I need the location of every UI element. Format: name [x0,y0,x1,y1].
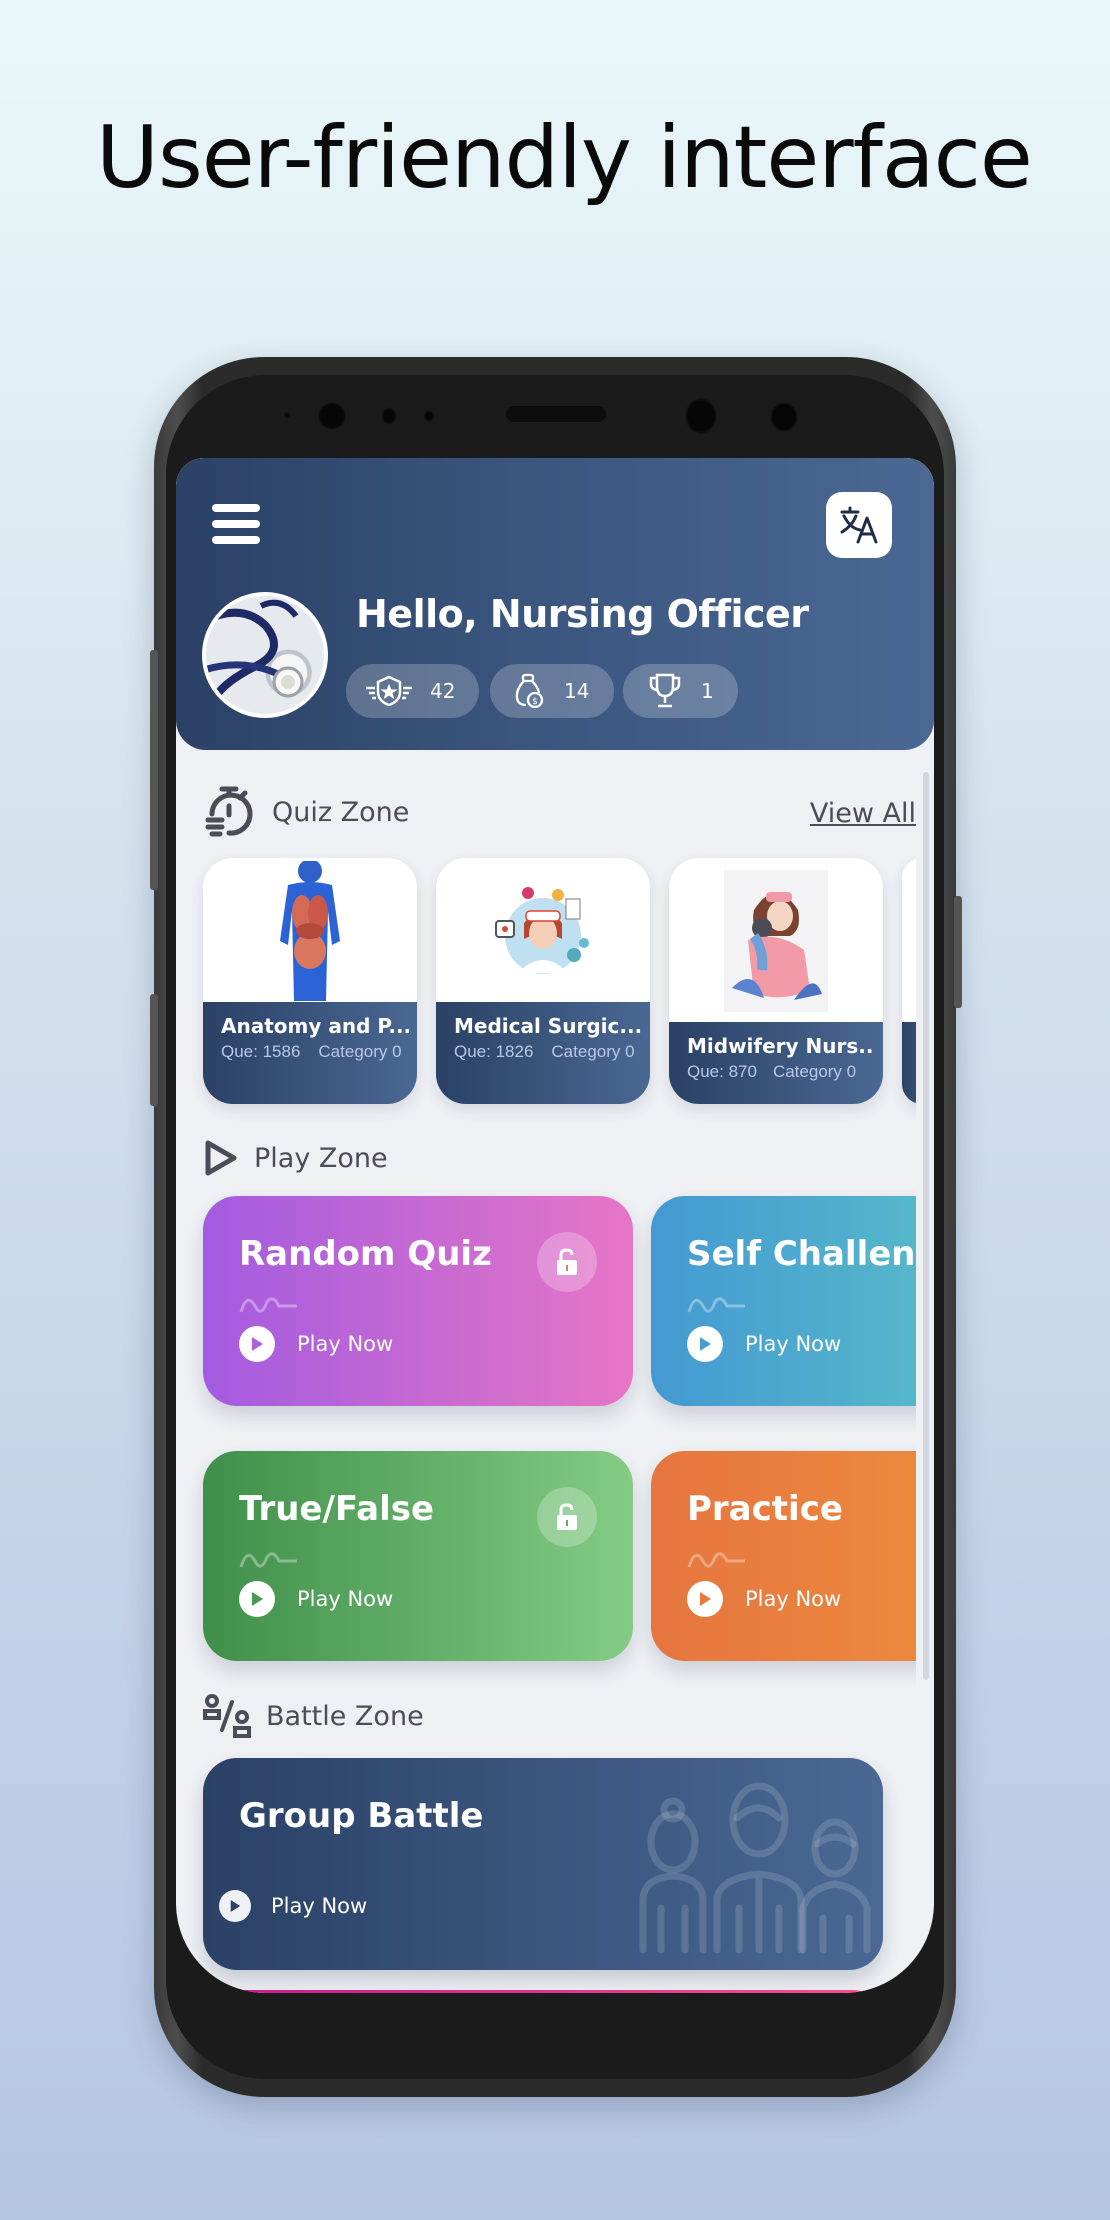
quiz-card-questions: Que: 870 [687,1062,757,1081]
earpiece-speaker [506,406,606,422]
light-sensor [381,407,397,425]
quiz-card-name: Anatomy and P... [221,1014,409,1038]
coin-bag-icon: $ [514,673,544,709]
notification-led [423,410,435,422]
wave-icon [687,1297,745,1313]
phone-bixby-button [150,994,158,1106]
quiz-card-name: Midwifery Nurs... [687,1034,875,1058]
battle-zone-title: Battle Zone [266,1700,424,1732]
group-battle-title: Group Battle [239,1796,484,1836]
play-zone-header: Play Zone [202,1138,388,1178]
next-battle-card-partial[interactable] [203,1990,883,1993]
quiz-card[interactable]: Medical Surgic... Que: 1826 Category 0 [436,858,650,1104]
trophy-icon [647,672,683,710]
quiz-zone-header: Quiz Zone [202,784,409,840]
profile-header: Hello, Nursing Officer 42 $ 14 1 [176,458,934,750]
quiz-card[interactable]: Midwifery Nurs... Que: 870 Category 0 [669,858,883,1104]
phone-power-button [954,896,962,1008]
app-screen: Hello, Nursing Officer 42 $ 14 1 Quiz Zo… [176,458,934,1993]
anatomy-body-image [203,858,417,1004]
stat-trophies-value: 1 [701,679,714,703]
midwife-baby-image [669,858,883,1024]
quiz-card-category: Category 0 [551,1042,635,1061]
play-outline-icon [205,1140,237,1176]
play-circle-icon [687,1326,723,1362]
iris-sensor [318,402,346,430]
true-false-title: True/False [239,1489,435,1529]
practice-title: Practice [687,1489,843,1529]
front-camera [685,398,717,434]
stat-rank[interactable]: 42 [346,664,479,718]
nurse-medical-image [436,858,650,1004]
wave-icon [687,1552,745,1568]
play-now-label: Play Now [271,1894,368,1918]
group-battle-card[interactable]: Group Battle Play Now [203,1758,883,1970]
quiz-card-questions: Que: 1826 [454,1042,534,1061]
iris-camera [770,402,798,432]
translate-icon [840,506,878,544]
random-quiz-card[interactable]: Random Quiz Play Now [203,1196,633,1406]
stat-coins-value: 14 [564,679,590,703]
play-now-label: Play Now [297,1587,394,1611]
play-circle-icon [239,1326,275,1362]
play-now-button[interactable]: Play Now [687,1581,841,1617]
translate-button[interactable] [826,492,892,558]
hamburger-menu-icon[interactable] [212,504,260,544]
unlock-icon [537,1232,597,1292]
quiz-card-category: Category 0 [318,1042,402,1061]
wave-icon [239,1297,297,1313]
unlock-icon [537,1487,597,1547]
play-circle-icon [219,1890,251,1922]
stethoscope-avatar [206,599,304,699]
self-challenge-card[interactable]: Self Challenge Play Now [651,1196,934,1406]
stat-rank-value: 42 [430,679,456,703]
stopwatch-icon [205,786,253,837]
proximity-sensor [283,411,291,419]
group-people-icon [639,1782,871,1954]
play-circle-icon [239,1581,275,1617]
greeting-text: Hello, Nursing Officer [356,592,809,636]
stat-trophies[interactable]: 1 [623,664,738,718]
stat-coins[interactable]: $ 14 [490,664,614,718]
wave-icon [239,1552,297,1568]
view-all-link[interactable]: View All [810,798,916,829]
play-circle-icon [687,1581,723,1617]
battle-zone-header: Battle Zone [202,1694,424,1738]
self-challenge-title: Self Challenge [687,1234,934,1274]
play-now-label: Play Now [297,1332,394,1356]
svg-text:$: $ [532,697,538,707]
play-now-button[interactable]: Play Now [239,1581,393,1617]
avatar[interactable] [202,592,328,718]
practice-card[interactable]: Practice Play Now [651,1451,934,1661]
play-now-button[interactable]: Play Now [239,1326,393,1362]
play-now-label: Play Now [745,1332,842,1356]
quiz-zone-title: Quiz Zone [272,796,410,828]
quiz-card-questions: Que: 1586 [221,1042,301,1061]
quiz-card-category: Category 0 [772,1062,857,1081]
scrollbar[interactable] [923,772,929,1680]
phone-volume-button [150,650,158,890]
quiz-card[interactable]: Anatomy and P... Que: 1586 Category 0 [203,858,417,1104]
play-now-button[interactable]: Play Now [219,1890,367,1922]
play-now-label: Play Now [745,1587,842,1611]
headline: User-friendly interface [96,108,1033,208]
quiz-card-name: Medical Surgic... [454,1014,642,1038]
true-false-card[interactable]: True/False Play Now [203,1451,633,1661]
random-quiz-title: Random Quiz [239,1234,492,1274]
play-zone-title: Play Zone [254,1142,388,1174]
battle-versus-icon [203,1694,251,1738]
rank-badge-icon [364,674,414,708]
play-now-button[interactable]: Play Now [687,1326,841,1362]
